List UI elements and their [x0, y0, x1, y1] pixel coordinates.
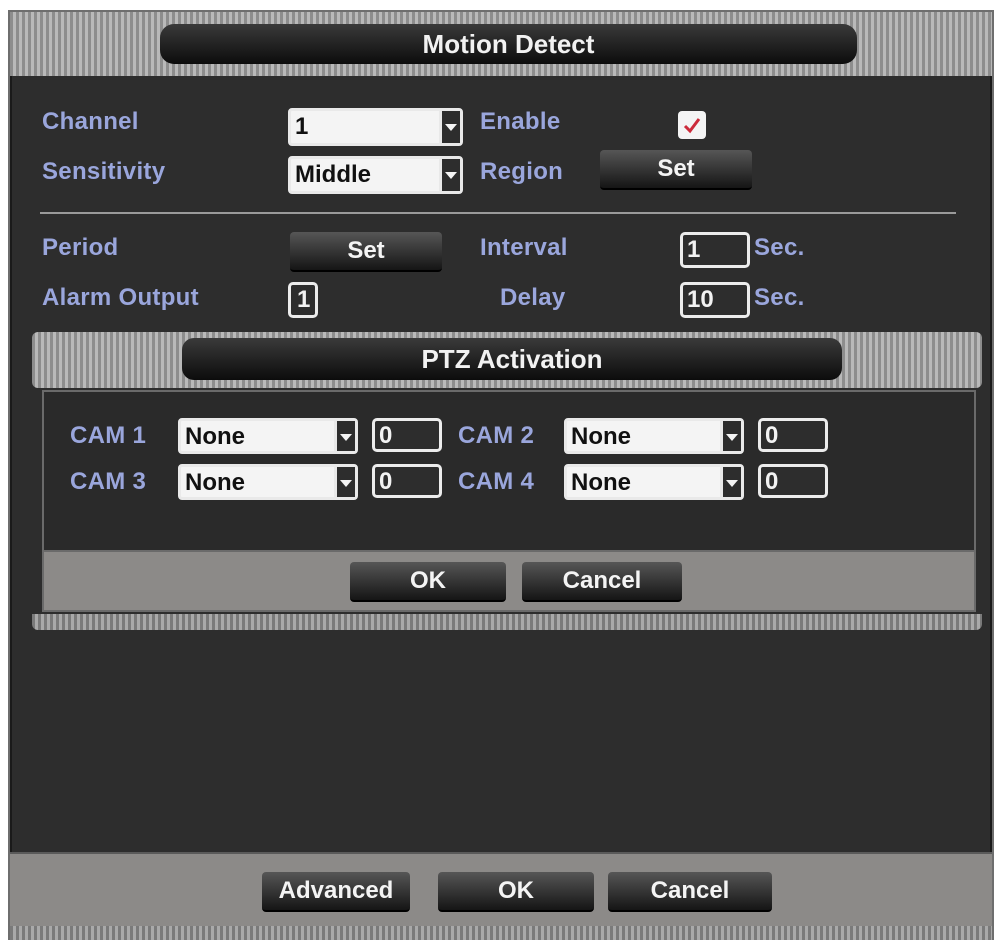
alarm-output-toggle[interactable]: 1	[288, 282, 318, 318]
chevron-down-icon[interactable]	[720, 421, 741, 451]
cam-1-select[interactable]: None	[178, 418, 358, 454]
interval-input[interactable]: 1	[680, 232, 750, 268]
ptz-activation-dialog: PTZ Activation CAM 1 None 0 CAM 2 None 0…	[32, 332, 982, 632]
cancel-button[interactable]: Cancel	[608, 872, 772, 912]
checkmark-icon	[683, 118, 701, 134]
ptz-title-bar[interactable]: PTZ Activation	[32, 332, 982, 388]
cam-2-label: CAM 2	[458, 422, 535, 449]
channel-label: Channel	[42, 108, 139, 135]
ok-button[interactable]: OK	[438, 872, 594, 912]
chevron-down-icon[interactable]	[334, 421, 355, 451]
dialog-button-bar: Advanced OK Cancel	[10, 852, 992, 940]
dialog-title: Motion Detect	[160, 24, 857, 64]
channel-value: 1	[295, 113, 309, 140]
enable-label: Enable	[480, 108, 561, 135]
cam-3-mode: None	[185, 469, 245, 496]
dialog-bottom-edge	[10, 926, 992, 940]
delay-label: Delay	[500, 284, 566, 311]
cam-4-value-input[interactable]: 0	[758, 464, 828, 498]
cam-2-value-input[interactable]: 0	[758, 418, 828, 452]
ptz-title: PTZ Activation	[182, 338, 842, 380]
ptz-cancel-button[interactable]: Cancel	[522, 562, 682, 602]
sensitivity-select[interactable]: Middle	[288, 156, 463, 194]
cam-3-label: CAM 3	[70, 468, 147, 495]
sensitivity-value: Middle	[295, 161, 371, 188]
enable-checkbox[interactable]	[678, 111, 706, 139]
alarm-output-label: Alarm Output	[42, 284, 199, 311]
ptz-bottom-edge	[32, 614, 982, 630]
chevron-down-icon[interactable]	[439, 159, 460, 191]
chevron-down-icon[interactable]	[334, 467, 355, 497]
advanced-button[interactable]: Advanced	[262, 872, 410, 912]
ptz-ok-button[interactable]: OK	[350, 562, 506, 602]
ptz-button-bar: OK Cancel	[42, 550, 976, 612]
cam-4-mode: None	[571, 469, 631, 496]
cam-2-select[interactable]: None	[564, 418, 744, 454]
cam-1-mode: None	[185, 423, 245, 450]
cam-1-label: CAM 1	[70, 422, 147, 449]
cam-4-label: CAM 4	[458, 468, 535, 495]
title-bar[interactable]: Motion Detect	[10, 12, 992, 76]
cam-1-value-input[interactable]: 0	[372, 418, 442, 452]
section-divider	[40, 212, 956, 214]
cam-4-select[interactable]: None	[564, 464, 744, 500]
cam-3-value-input[interactable]: 0	[372, 464, 442, 498]
delay-unit: Sec.	[754, 284, 805, 311]
chevron-down-icon[interactable]	[439, 111, 460, 143]
cam-2-mode: None	[571, 423, 631, 450]
region-label: Region	[480, 158, 564, 185]
region-set-button[interactable]: Set	[600, 150, 752, 190]
channel-select[interactable]: 1	[288, 108, 463, 146]
period-label: Period	[42, 234, 119, 261]
motion-detect-dialog: Motion Detect Channel 1 Enable Sensitivi…	[8, 10, 994, 940]
sensitivity-label: Sensitivity	[42, 158, 166, 185]
period-set-button[interactable]: Set	[290, 232, 442, 272]
chevron-down-icon[interactable]	[720, 467, 741, 497]
interval-unit: Sec.	[754, 234, 805, 261]
interval-label: Interval	[480, 234, 568, 261]
delay-input[interactable]: 10	[680, 282, 750, 318]
cam-3-select[interactable]: None	[178, 464, 358, 500]
